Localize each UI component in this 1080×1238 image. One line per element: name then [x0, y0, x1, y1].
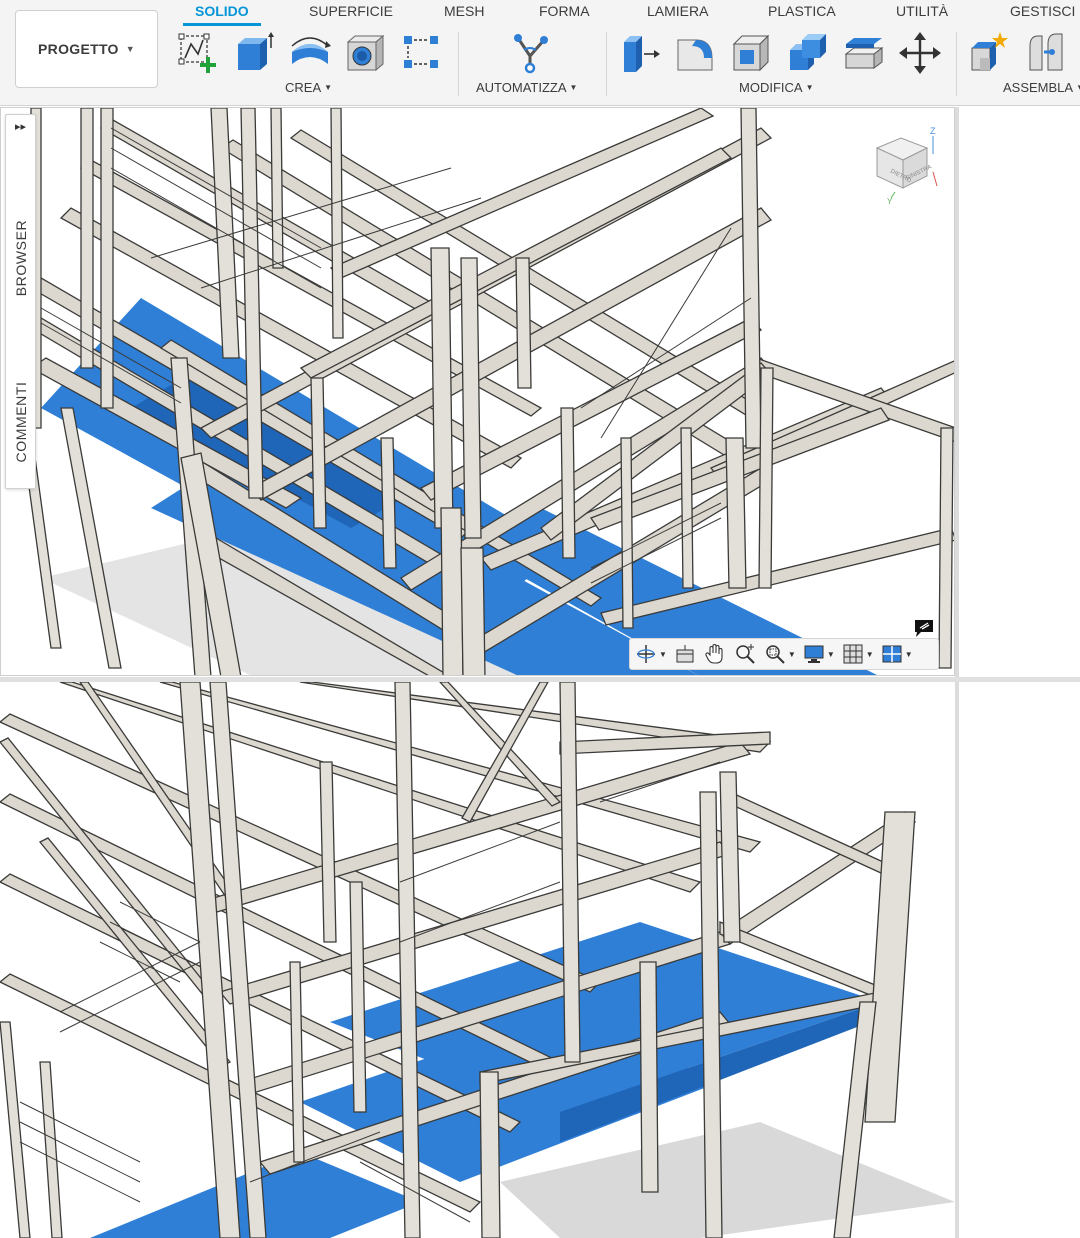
chevron-down-icon: ▼: [865, 649, 874, 659]
viewports-button[interactable]: ▼: [880, 641, 913, 667]
pan-button[interactable]: [703, 641, 727, 667]
tab-lamiera[interactable]: LAMIERA: [647, 0, 708, 26]
navigation-bar: ▼ ▼ ▼ ▼ ▼: [629, 638, 939, 670]
extrude-icon[interactable]: [232, 30, 276, 76]
axis-z-label: Z: [930, 126, 936, 136]
automatizza-label: AUTOMATIZZA: [476, 80, 567, 95]
orbit-icon: [634, 642, 658, 666]
assembla-menu[interactable]: ASSEMBLA▼: [1003, 80, 1080, 95]
viewports-icon: [880, 642, 904, 666]
tab-plastica[interactable]: PLASTICA: [768, 0, 836, 26]
comment-bubble-icon[interactable]: [913, 618, 935, 638]
crea-label: CREA: [285, 80, 322, 95]
zoom-icon: [733, 642, 757, 666]
joint-icon[interactable]: [1024, 30, 1068, 76]
project-label: PROGETTO: [38, 41, 119, 57]
pan-icon: [703, 642, 727, 666]
tab-mesh[interactable]: MESH: [444, 0, 484, 26]
viewcube[interactable]: DIETRO SINISTRA Z Y: [867, 124, 941, 206]
display-settings-button[interactable]: ▼: [802, 641, 835, 667]
structure-model-bottom[interactable]: [0, 682, 955, 1238]
toolbar: PROGETTO ▼ SOLIDO SUPERFICIE MESH FORMA …: [0, 0, 1080, 106]
browser-label: BROWSER: [12, 219, 29, 297]
look-at-button[interactable]: [673, 641, 697, 667]
viewport-bottom-right-pane[interactable]: [955, 682, 1080, 1238]
modifica-label: MODIFICA: [739, 80, 803, 95]
side-panel: ▸▸ BROWSER COMMENTI: [5, 114, 36, 489]
chevron-down-icon: ▼: [904, 649, 913, 659]
tab-gestisci[interactable]: GESTISCI: [1010, 0, 1075, 26]
tab-superficie[interactable]: SUPERFICIE: [309, 0, 393, 26]
chevron-down-icon: ▼: [1076, 83, 1080, 92]
grid-icon: [841, 642, 865, 666]
chevron-down-icon: ▼: [324, 83, 333, 92]
fit-icon: [763, 642, 787, 666]
group-divider: [956, 32, 957, 96]
offset-face-icon[interactable]: [842, 30, 886, 76]
fillet-icon[interactable]: [674, 30, 718, 76]
pattern-icon[interactable]: [400, 30, 444, 76]
new-component-icon[interactable]: [966, 30, 1010, 76]
revolve-icon[interactable]: [288, 30, 332, 76]
crea-menu[interactable]: CREA ▼: [285, 80, 332, 95]
tab-solido[interactable]: SOLIDO: [183, 0, 261, 26]
chevron-down-icon: ▼: [787, 649, 796, 659]
tab-forma[interactable]: FORMA: [539, 0, 590, 26]
zoom-button[interactable]: [733, 641, 757, 667]
viewport-bottom[interactable]: [0, 682, 955, 1238]
chevron-down-icon: ▼: [826, 649, 835, 659]
display-settings-icon: [802, 642, 826, 666]
combine-icon[interactable]: [786, 30, 830, 76]
axis-y-label: Y: [887, 197, 893, 206]
chevron-down-icon: ▼: [659, 649, 667, 659]
expand-panel-icon[interactable]: ▸▸: [6, 119, 35, 135]
create-sketch-icon[interactable]: [176, 30, 220, 76]
orbit-button[interactable]: ▼: [634, 641, 667, 667]
press-pull-icon[interactable]: [618, 30, 662, 76]
hole-icon[interactable]: [344, 30, 388, 76]
project-button[interactable]: PROGETTO ▼: [15, 10, 158, 88]
chevron-down-icon: ▼: [805, 83, 814, 92]
group-divider: [458, 32, 459, 96]
modifica-menu[interactable]: MODIFICA ▼: [739, 80, 813, 95]
comments-label: COMMENTI: [12, 381, 29, 463]
tab-utilita[interactable]: UTILITÀ: [896, 0, 948, 26]
look-at-icon: [673, 642, 697, 666]
viewport-top[interactable]: ▸▸ BROWSER COMMENTI DIETRO SINISTRA Z Y: [0, 107, 955, 676]
comments-tab[interactable]: COMMENTI: [6, 367, 35, 477]
automate-icon[interactable]: [508, 30, 552, 76]
browser-tab[interactable]: BROWSER: [6, 203, 35, 313]
shell-icon[interactable]: [730, 30, 774, 76]
fit-button[interactable]: ▼: [763, 641, 796, 667]
move-icon[interactable]: [898, 30, 942, 76]
viewport-top-right-pane[interactable]: [955, 107, 1080, 677]
assembla-label: ASSEMBLA: [1003, 80, 1074, 95]
group-divider: [606, 32, 607, 96]
automatizza-menu[interactable]: AUTOMATIZZA ▼: [476, 80, 577, 95]
chevron-down-icon: ▼: [125, 44, 135, 54]
chevron-down-icon: ▼: [569, 83, 578, 92]
grid-button[interactable]: ▼: [841, 641, 874, 667]
structure-model-top[interactable]: [1, 108, 955, 676]
